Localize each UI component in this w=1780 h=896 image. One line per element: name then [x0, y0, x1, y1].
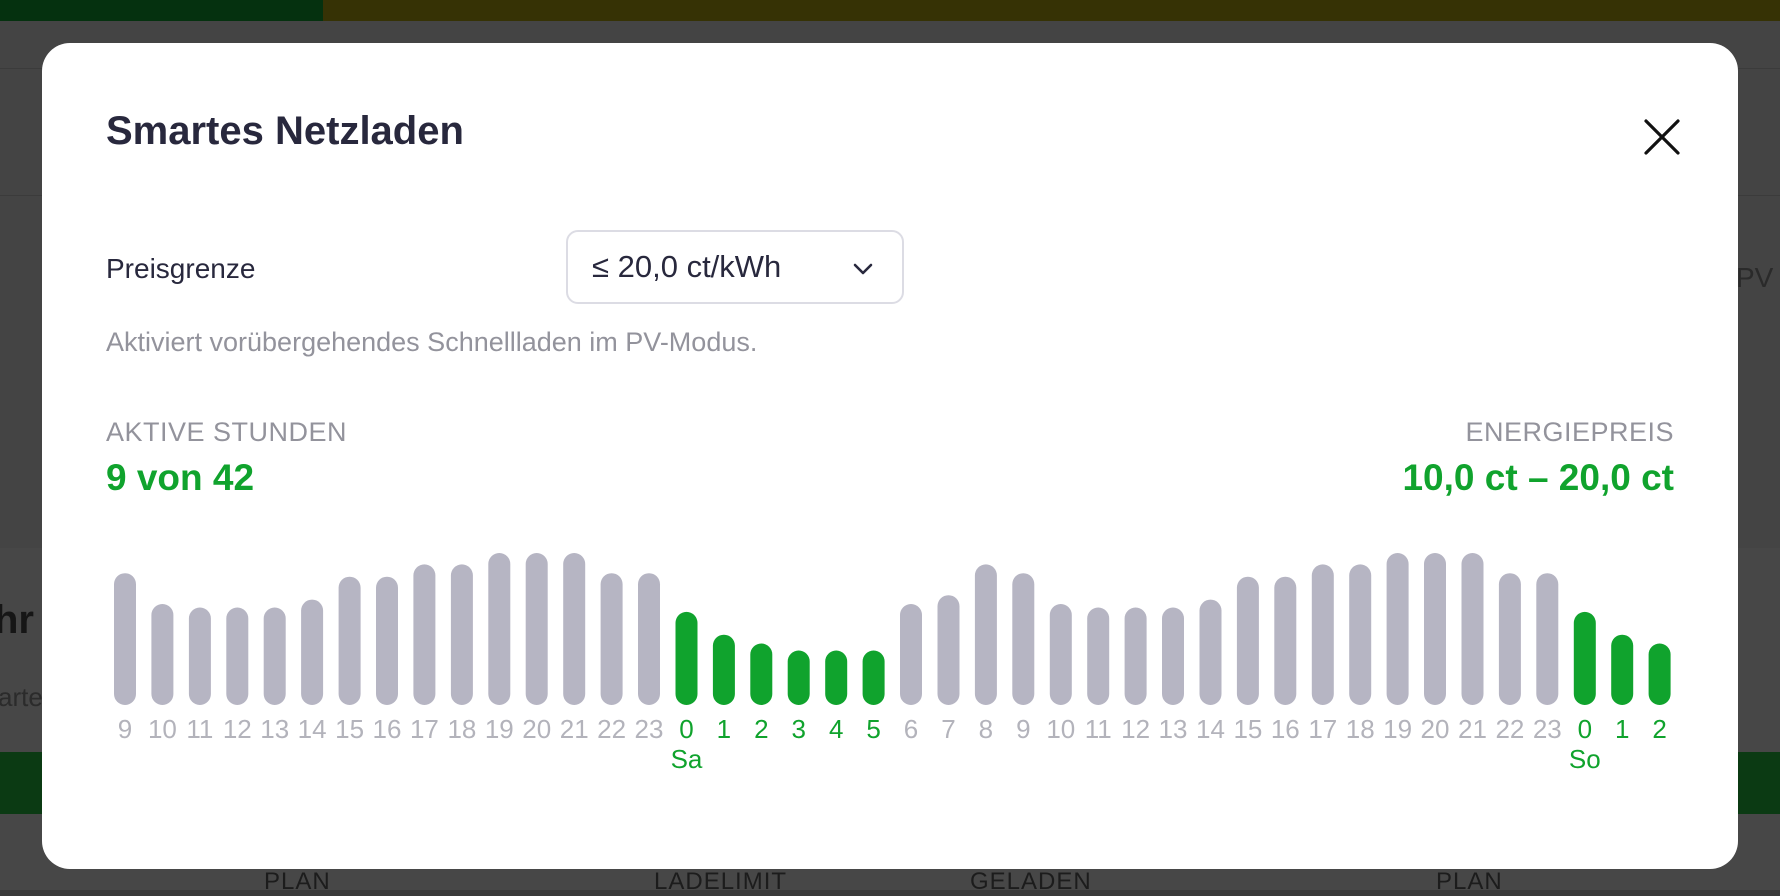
price-bar [974, 564, 997, 705]
price-bar [301, 599, 324, 705]
price-bar [638, 573, 660, 705]
hour-tick-label: 23 [1533, 714, 1562, 744]
price-bar [450, 564, 473, 705]
hour-tick-label: 4 [829, 714, 843, 744]
hour-tick-label: 14 [1196, 714, 1225, 744]
hour-tick-label: 16 [373, 714, 402, 744]
price-bar [226, 607, 249, 705]
hour-tick-label: 3 [791, 714, 805, 744]
price-bar [1611, 634, 1634, 705]
price-bar [1498, 573, 1521, 705]
hour-tick-label: 9 [1016, 714, 1030, 744]
price-bar [188, 607, 211, 705]
price-bar [1536, 573, 1559, 705]
hour-tick-label: 17 [1308, 714, 1337, 744]
hour-tick-label: 12 [223, 714, 252, 744]
price-bar [1199, 599, 1222, 705]
hour-tick-label: 20 [1421, 714, 1450, 744]
hour-tick-label: 18 [1346, 714, 1375, 744]
price-bar [263, 607, 286, 705]
price-bar [1049, 604, 1072, 705]
price-bar [1424, 553, 1446, 705]
price-bar [900, 604, 922, 705]
hour-tick-label: 10 [148, 714, 177, 744]
hour-tick-label: 15 [335, 714, 364, 744]
background-top-bar [0, 0, 1780, 21]
price-bar [862, 650, 885, 705]
price-bar [1386, 553, 1409, 705]
background-footer-label: GELADEN [970, 868, 1092, 895]
hour-tick-label: 22 [1495, 714, 1524, 744]
background-partial-heading: hr [0, 598, 34, 642]
price-bar [1648, 643, 1671, 705]
price-bar [488, 553, 511, 705]
price-bar [1012, 573, 1035, 705]
price-bar [675, 611, 698, 705]
hour-tick-label: 16 [1271, 714, 1300, 744]
smart-grid-charging-modal: Smartes Netzladen Preisgrenze ≤ 20,0 ct/… [42, 43, 1738, 869]
hour-tick-label: 18 [447, 714, 476, 744]
hour-tick-label: 11 [186, 714, 213, 744]
price-bar [1461, 553, 1484, 705]
hour-tick-label: 2 [1652, 714, 1666, 744]
background-partial-text: arte [0, 682, 43, 712]
hour-tick-label: 17 [410, 714, 439, 744]
price-bar [338, 576, 361, 705]
hour-tick-label: 2 [754, 714, 768, 744]
price-bar [1124, 607, 1147, 705]
price-bar [151, 604, 174, 705]
price-bar [1087, 607, 1110, 705]
hour-tick-label: 11 [1085, 714, 1112, 744]
hour-tick-label: 9 [118, 714, 132, 744]
price-bar [114, 573, 136, 705]
hour-tick-label: 1 [717, 714, 731, 744]
price-bar [1311, 564, 1334, 705]
price-bar [750, 643, 773, 705]
background-footer-label: PLAN [1436, 868, 1503, 895]
hour-tick-label: 14 [298, 714, 327, 744]
hour-tick-label: 21 [1458, 714, 1487, 744]
day-label: So [1569, 744, 1601, 774]
hour-tick-label: 12 [1121, 714, 1150, 744]
price-bar [413, 564, 436, 705]
hour-tick-label: 6 [904, 714, 918, 744]
price-bar [787, 650, 810, 705]
hour-tick-label: 15 [1233, 714, 1262, 744]
price-bar [600, 573, 623, 705]
hour-tick-label: 22 [597, 714, 626, 744]
price-bar [825, 650, 848, 705]
hour-tick-label: 0 [679, 714, 693, 744]
price-bar [376, 576, 398, 705]
hour-tick-label: 8 [979, 714, 993, 744]
hour-tick-label: 1 [1615, 714, 1629, 744]
price-bar [712, 634, 735, 705]
price-bar [1573, 611, 1596, 705]
hourly-price-chart: 9 10 11 12 13 14 15 16 17 18 19 20 21 22 23 0 1 2 3 4 5 6 7 8 9 1… [114, 553, 1671, 774]
price-bar [1349, 564, 1372, 705]
hour-tick-label: 19 [485, 714, 514, 744]
price-bar [1162, 607, 1184, 705]
hour-tick-label: 0 [1578, 714, 1592, 744]
background-top-bar-progress [0, 0, 323, 21]
price-bar [1236, 576, 1259, 705]
hour-tick-label: 21 [560, 714, 589, 744]
hour-tick-label: 5 [866, 714, 880, 744]
background-partial-pv: PV [1736, 262, 1774, 293]
hour-tick-label: 7 [941, 714, 955, 744]
hour-tick-label: 10 [1046, 714, 1075, 744]
hour-tick-label: 20 [522, 714, 551, 744]
hour-tick-label: 13 [1159, 714, 1188, 744]
background-footer-label: PLAN [264, 868, 331, 895]
hour-tick-label: 23 [635, 714, 664, 744]
price-bar [1274, 576, 1297, 705]
price-bar [937, 595, 960, 705]
hour-tick-label: 13 [260, 714, 289, 744]
background-footer-label: LADELIMIT [654, 868, 788, 895]
hour-tick-label: 19 [1383, 714, 1412, 744]
price-bar [525, 553, 548, 705]
day-label: Sa [671, 744, 703, 774]
price-bar [563, 553, 586, 705]
